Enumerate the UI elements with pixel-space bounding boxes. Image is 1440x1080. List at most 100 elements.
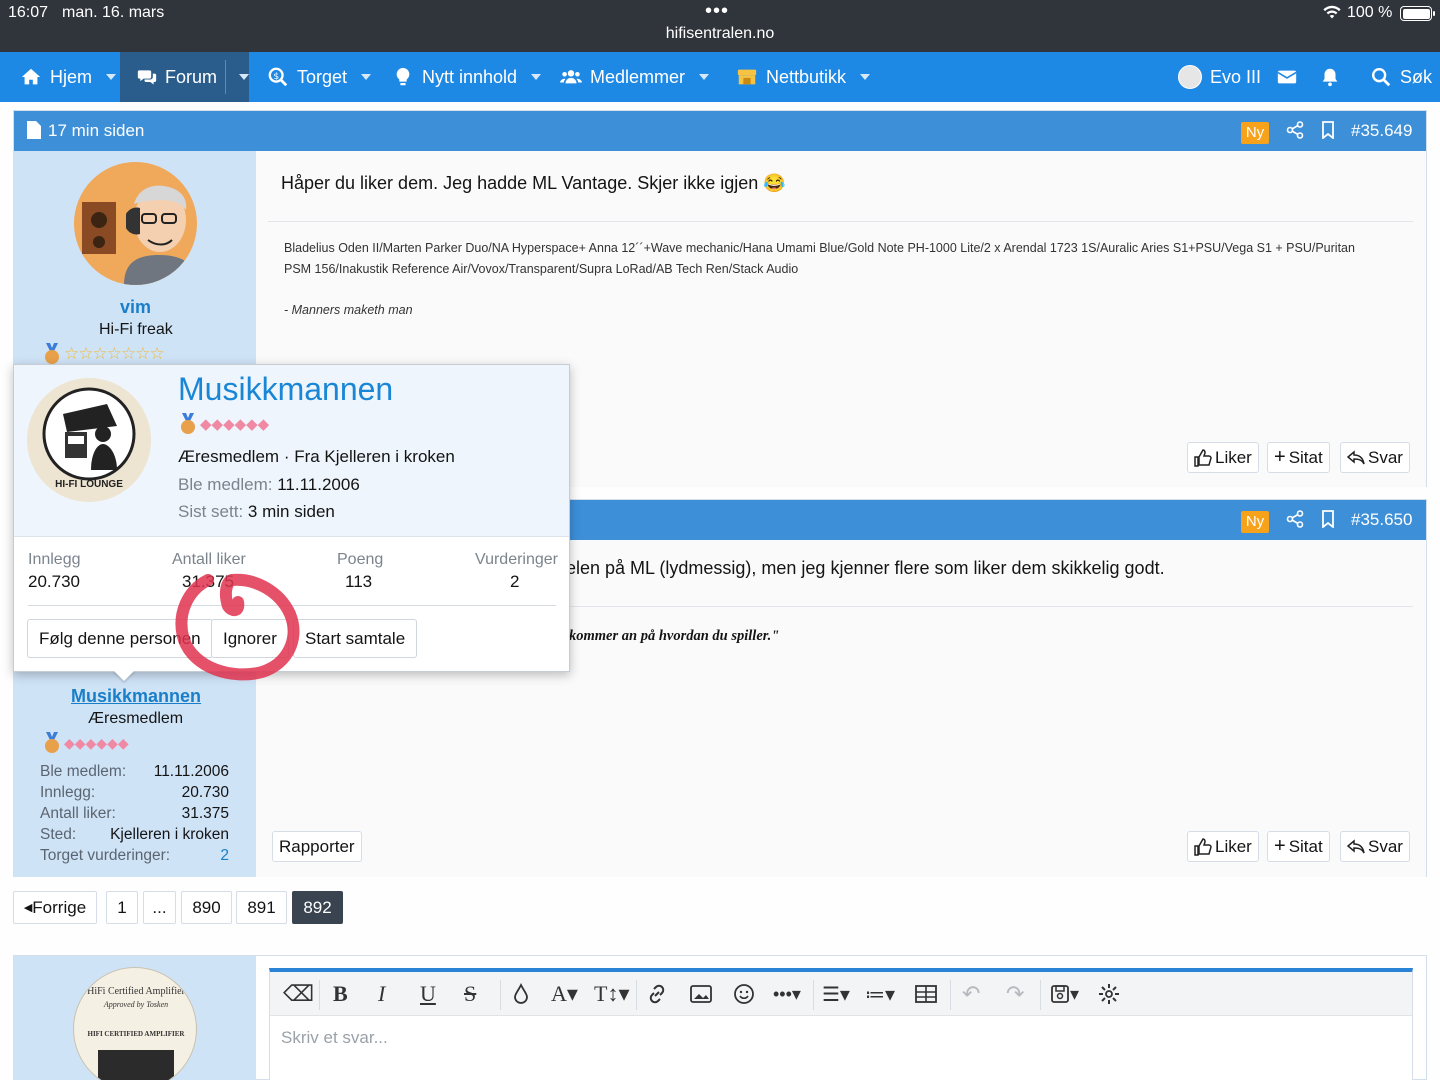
nav-new-content[interactable]: Nytt innhold (392, 52, 542, 102)
share-icon[interactable] (1286, 121, 1304, 139)
report-button[interactable]: Rapporter (272, 831, 362, 862)
ratings-link[interactable]: 2 (220, 847, 229, 865)
diamond-icons: ◆◆◆◆◆◆ (64, 734, 129, 751)
pagination-current[interactable]: 892 (292, 891, 343, 924)
avatar-caption: HI-FI LOUNGE (55, 479, 123, 490)
info-label: Antall liker: (40, 805, 116, 822)
stat-label: Antall liker (172, 551, 246, 568)
post-message: elen på ML (lydmessig), men jeg kjenner … (566, 558, 1165, 578)
bookmark-icon[interactable] (1319, 510, 1337, 528)
new-badge: Ny (1241, 511, 1269, 533)
user-title: Æresmedlem (88, 710, 184, 727)
pagination-page[interactable]: 891 (236, 891, 287, 924)
post-time[interactable]: 17 min siden (48, 121, 144, 141)
member-joined: Ble medlem: 11.11.2006 (178, 475, 360, 494)
bold-icon[interactable]: B (333, 978, 348, 1010)
image-icon[interactable] (690, 978, 712, 1010)
reply-input-placeholder[interactable]: Skriv et svar... (281, 1028, 388, 1048)
annotation-circle (175, 573, 300, 681)
like-button[interactable]: Liker (1187, 442, 1259, 473)
settings-gear-icon[interactable] (1098, 978, 1120, 1010)
info-value: 31.375 (181, 805, 229, 822)
more-dots-icon[interactable]: ••• (705, 0, 729, 23)
reply-editor: ⌫ B I U S A▾ T↕▾ •••▾ ☰▾ ≔▾ ↶ ↷ ▾ Skriv … (269, 968, 1413, 1080)
like-button[interactable]: Liker (1187, 831, 1259, 862)
pagination-page[interactable]: 890 (181, 891, 232, 924)
inbox-button[interactable] (1276, 52, 1298, 102)
rank-diamonds: ◆◆◆◆◆◆ (42, 732, 129, 754)
url-label[interactable]: hifisentralen.no (0, 25, 1440, 43)
nav-user-account[interactable]: Evo III (1178, 52, 1261, 102)
main-nav: Hjem Forum $ Torget Nytt innhold Medlemm… (0, 52, 1440, 102)
quote-button[interactable]: + Sitat (1267, 442, 1330, 473)
nav-torget[interactable]: $ Torget (267, 52, 372, 102)
share-icon[interactable] (1286, 510, 1304, 528)
redo-icon[interactable]: ↷ (1006, 978, 1024, 1010)
align-icon[interactable]: ☰▾ (822, 978, 850, 1010)
medal-icon (45, 343, 59, 364)
color-drop-icon[interactable] (511, 978, 531, 1010)
post-number[interactable]: #35.650 (1351, 510, 1412, 530)
wifi-icon (1322, 4, 1342, 25)
info-label: Ble medlem: (40, 763, 127, 780)
font-size-icon[interactable]: T↕▾ (594, 978, 629, 1010)
quote-button[interactable]: + Sitat (1267, 831, 1330, 862)
reply-avatar[interactable]: HiFi Certified Amplifier Approved by Tos… (73, 967, 197, 1080)
font-family-icon[interactable]: A▾ (551, 978, 578, 1010)
member-name[interactable]: Musikkmannen (178, 371, 393, 408)
nav-home[interactable]: Hjem (20, 52, 117, 102)
bookmark-icon[interactable] (1319, 121, 1337, 139)
post-number[interactable]: #35.649 (1351, 121, 1412, 141)
star-icons: ☆☆☆☆☆☆☆ (64, 344, 165, 363)
pagination-ellipsis[interactable]: ... (143, 891, 176, 924)
strikethrough-icon[interactable]: S (464, 978, 476, 1010)
link-icon[interactable] (646, 978, 668, 1010)
reply-button[interactable]: Svar (1340, 442, 1410, 473)
signature-line-1: Bladelius Oden II/Marten Parker Duo/NA H… (284, 241, 1355, 255)
post-message: Håper du liker dem. Jeg hadde ML Vantage… (281, 173, 786, 193)
username-link[interactable]: vim (120, 297, 151, 318)
post-header: 17 min siden Ny #35.649 (14, 111, 1426, 151)
envelope-icon (1277, 70, 1297, 84)
stat-value: 20.730 (28, 572, 80, 591)
username-link[interactable]: Musikkmannen (71, 686, 201, 707)
underline-icon[interactable]: U (420, 978, 436, 1010)
stat-label: Vurderinger (475, 551, 559, 568)
reply-icon (1347, 449, 1365, 464)
home-icon (21, 68, 41, 85)
search-button[interactable]: Søk (1370, 52, 1432, 102)
more-options-icon[interactable]: •••▾ (773, 978, 801, 1010)
lightbulb-icon (396, 67, 410, 86)
nav-members[interactable]: Medlemmer (560, 52, 710, 102)
search-icon (1372, 68, 1391, 87)
pagination-page[interactable]: 1 (106, 891, 138, 924)
comments-icon (137, 70, 157, 85)
nav-forum[interactable]: Forum (120, 52, 249, 102)
smiley-icon[interactable] (733, 978, 755, 1010)
italic-icon[interactable]: I (378, 978, 385, 1010)
battery-percent: 100 % (1347, 4, 1393, 21)
info-label: Innlegg: (40, 784, 96, 801)
nav-shop[interactable]: Nettbutikk (736, 52, 871, 102)
pagination-prev[interactable]: ◀ Forrige (13, 891, 97, 924)
medal-icon (181, 413, 195, 434)
info-label: Sted: (40, 826, 77, 843)
quick-reply: HiFi Certified Amplifier Approved by Tos… (13, 955, 1427, 1080)
stat-label: Poeng (337, 551, 384, 568)
alerts-button[interactable] (1319, 52, 1341, 102)
signature-quote: - Manners maketh man (284, 303, 413, 317)
drafts-save-icon[interactable]: ▾ (1050, 978, 1079, 1010)
reply-button[interactable]: Svar (1340, 831, 1410, 862)
member-avatar[interactable]: HI-FI LOUNGE (27, 378, 151, 502)
eraser-icon[interactable]: ⌫ (283, 978, 314, 1010)
undo-icon[interactable]: ↶ (962, 978, 980, 1010)
plus-icon: + (1274, 835, 1286, 857)
list-icon[interactable]: ≔▾ (865, 978, 895, 1010)
signature-line-2: PSM 156/Inakustik Reference Air/Vovox/Tr… (284, 262, 799, 276)
file-icon (27, 121, 41, 139)
table-icon[interactable] (915, 978, 937, 1010)
avatar-vim[interactable] (74, 162, 197, 285)
start-conversation-button[interactable]: Start samtale (293, 619, 418, 658)
users-icon (560, 70, 582, 84)
signature-quote: kommer an på hvordan du spiller." (569, 628, 780, 644)
